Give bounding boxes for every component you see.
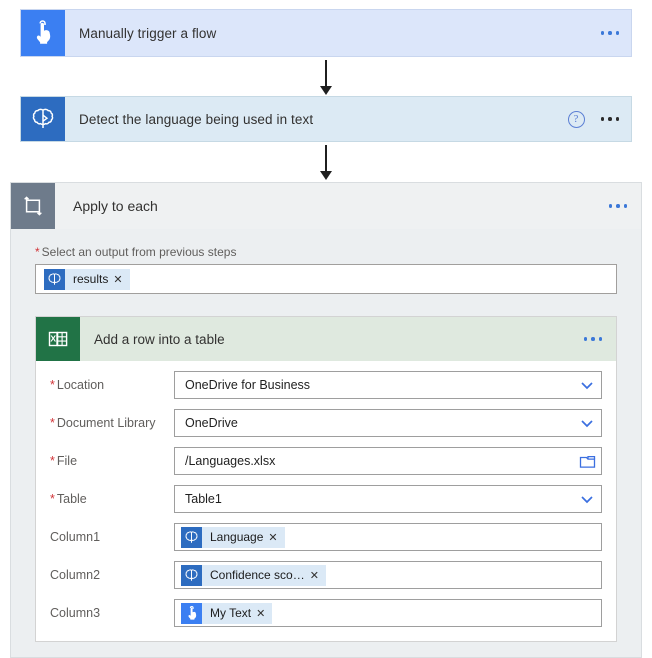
form-row-column1: Column1 Language ✕ <box>36 523 616 551</box>
tap-hand-icon <box>181 602 202 624</box>
token-remove-button[interactable]: ✕ <box>113 273 129 286</box>
action-card-add-a-row-into-a-table[interactable]: X Add a row into a table * Location OneD… <box>35 316 617 642</box>
chevron-down-icon[interactable] <box>579 377 595 393</box>
connector-arrowhead-2 <box>320 171 332 180</box>
token-label: results <box>73 272 109 286</box>
loop-title-wrap: Apply to each <box>55 183 641 229</box>
select-output-label-row: * Select an output from previous steps <box>35 245 627 259</box>
loop-header[interactable]: Apply to each <box>11 183 641 229</box>
dropdown-document-library[interactable]: OneDrive <box>174 409 602 437</box>
required-marker: * <box>50 416 55 430</box>
loop-header-actions <box>607 200 630 212</box>
brain-icon <box>181 564 202 586</box>
required-marker: * <box>35 245 40 259</box>
excel-card-header-body: Add a row into a table <box>80 317 616 361</box>
folder-icon[interactable] <box>579 454 596 469</box>
brain-icon <box>21 97 65 141</box>
detect-language-title: Detect the language being used in text <box>79 111 314 127</box>
detect-language-more-commands-button[interactable] <box>599 113 622 125</box>
form-row-location: * Location OneDrive for Business <box>36 371 616 399</box>
loop-body: * Select an output from previous steps re… <box>11 245 641 642</box>
form-row-document-library: * Document Library OneDrive <box>36 409 616 437</box>
trigger-card-actions <box>599 27 622 39</box>
flow-designer-canvas: Manually trigger a flow Detect the langu… <box>0 0 652 658</box>
connector-arrowhead-1 <box>320 86 332 95</box>
token-label: Language <box>210 530 264 544</box>
token-label: My Text <box>210 606 252 620</box>
label-document-library: * Document Library <box>50 416 156 430</box>
excel-card-title: Add a row into a table <box>94 331 225 347</box>
token-results[interactable]: results ✕ <box>44 268 130 290</box>
trigger-card-body: Manually trigger a flow <box>65 10 631 56</box>
required-marker: * <box>50 378 55 392</box>
token-label: Confidence sco… <box>210 568 305 582</box>
file-picker-file[interactable]: /Languages.xlsx <box>174 447 602 475</box>
dropdown-table-value: Table1 <box>185 492 222 506</box>
label-file: * File <box>50 454 78 468</box>
excel-card-header[interactable]: X Add a row into a table <box>36 317 616 361</box>
chevron-down-icon[interactable] <box>579 415 595 431</box>
token-language[interactable]: Language ✕ <box>181 526 285 548</box>
form-row-file: * File /Languages.xlsx <box>36 447 616 475</box>
detect-language-card-actions: ? <box>567 110 622 128</box>
form-row-column2: Column2 Confidence sco… ✕ <box>36 561 616 589</box>
trigger-card-manually-trigger-a-flow[interactable]: Manually trigger a flow <box>20 9 632 57</box>
token-input-column2[interactable]: Confidence sco… ✕ <box>174 561 602 589</box>
label-location: * Location <box>50 378 105 392</box>
token-my-text[interactable]: My Text ✕ <box>181 602 273 624</box>
tap-hand-icon <box>21 10 65 56</box>
required-marker: * <box>50 492 55 506</box>
form-row-table: * Table Table1 <box>36 485 616 513</box>
connector-detect-to-loop <box>325 145 327 173</box>
required-marker: * <box>50 454 55 468</box>
loop-container-apply-to-each[interactable]: Apply to each * Select an output from pre… <box>10 182 642 658</box>
brain-icon <box>44 268 65 290</box>
select-output-input[interactable]: results ✕ <box>35 264 617 294</box>
help-icon[interactable]: ? <box>567 110 585 128</box>
svg-text:X: X <box>50 334 56 344</box>
dropdown-location-value: OneDrive for Business <box>185 378 311 392</box>
token-input-column1[interactable]: Language ✕ <box>174 523 602 551</box>
select-output-label: Select an output from previous steps <box>41 245 237 259</box>
token-input-column3[interactable]: My Text ✕ <box>174 599 602 627</box>
file-picker-value: /Languages.xlsx <box>185 454 276 468</box>
dropdown-location[interactable]: OneDrive for Business <box>174 371 602 399</box>
trigger-more-commands-button[interactable] <box>599 27 622 39</box>
chevron-down-icon[interactable] <box>579 491 595 507</box>
label-column3: Column3 <box>50 606 101 620</box>
loop-icon <box>11 183 55 229</box>
detect-language-card-body: Detect the language being used in text ? <box>65 97 631 141</box>
brain-icon <box>181 526 202 548</box>
dropdown-table[interactable]: Table1 <box>174 485 602 513</box>
excel-more-commands-button[interactable] <box>582 333 605 345</box>
action-card-detect-language[interactable]: Detect the language being used in text ? <box>20 96 632 142</box>
form-row-column3: Column3 My Text ✕ <box>36 599 616 627</box>
token-confidence-score[interactable]: Confidence sco… ✕ <box>181 564 326 586</box>
token-remove-button[interactable]: ✕ <box>310 569 326 582</box>
excel-icon: X <box>36 317 80 361</box>
loop-more-commands-button[interactable] <box>607 200 630 212</box>
dropdown-document-library-value: OneDrive <box>185 416 238 430</box>
label-column1: Column1 <box>50 530 101 544</box>
excel-card-actions <box>582 333 605 345</box>
token-remove-button[interactable]: ✕ <box>268 531 284 544</box>
label-table: * Table <box>50 492 87 506</box>
trigger-title: Manually trigger a flow <box>79 25 217 41</box>
excel-card-body: * Location OneDrive for Business * Docume <box>36 361 616 641</box>
loop-title: Apply to each <box>73 198 158 214</box>
token-remove-button[interactable]: ✕ <box>256 607 272 620</box>
label-column2: Column2 <box>50 568 101 582</box>
connector-trigger-to-detect <box>325 60 327 88</box>
